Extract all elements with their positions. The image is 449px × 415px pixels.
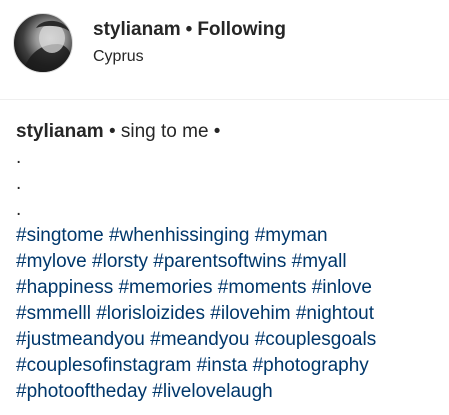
post-header: stylianam • Following Cyprus <box>0 0 449 100</box>
hashtag-link[interactable]: #lorsty <box>92 251 148 272</box>
hashtag-link[interactable]: #nightout <box>296 303 374 324</box>
hashtag-link[interactable]: #moments <box>218 277 307 298</box>
hashtag-link[interactable]: #photography <box>253 355 369 376</box>
caption-text: • sing to me • <box>108 121 221 142</box>
hashtag-link[interactable]: #mylove <box>16 251 87 272</box>
hashtag-link[interactable]: #happiness <box>16 277 113 298</box>
hashtag-link[interactable]: #memories <box>118 277 212 298</box>
hashtag-link[interactable]: #couplesgoals <box>255 329 376 350</box>
hashtag-link[interactable]: #singtome <box>16 225 104 246</box>
hashtag-link[interactable]: #lorisloizides <box>96 303 205 324</box>
hashtag-line: #happiness #memories #moments #inlove <box>16 275 441 301</box>
location-link[interactable]: Cyprus <box>93 47 286 67</box>
hashtag-line: #justmeandyou #meandyou #couplesgoals <box>16 327 441 353</box>
hashtag-line: #photooftheday #livelovelaugh <box>16 379 441 405</box>
caption-username[interactable]: stylianam <box>16 121 104 142</box>
hashtag-line: #mylove #lorsty #parentsoftwins #myall <box>16 249 441 275</box>
hashtag-line: #couplesofinstagram #insta #photography <box>16 353 441 379</box>
hashtag-link[interactable]: #photooftheday <box>16 381 147 402</box>
header-separator: • <box>185 19 193 40</box>
avatar[interactable] <box>13 13 73 73</box>
caption-dot: . <box>16 199 22 220</box>
caption-dot: . <box>16 173 22 194</box>
hashtag-list: #singtome #whenhissinging #myman #mylove … <box>16 223 441 405</box>
post-caption: stylianam • sing to me • . . . #singtome… <box>16 119 441 405</box>
hashtag-line: #singtome #whenhissinging #myman <box>16 223 441 249</box>
profile-photo <box>22 20 72 72</box>
hashtag-link[interactable]: #couplesofinstagram <box>16 355 191 376</box>
hashtag-link[interactable]: #myall <box>292 251 347 272</box>
hashtag-link[interactable]: #inlove <box>312 277 372 298</box>
hashtag-link[interactable]: #meandyou <box>150 329 249 350</box>
hashtag-link[interactable]: #livelovelaugh <box>152 381 272 402</box>
hashtag-link[interactable]: #whenhissinging <box>109 225 250 246</box>
author-username[interactable]: stylianam <box>93 19 181 40</box>
hashtag-link[interactable]: #parentsoftwins <box>153 251 286 272</box>
following-button[interactable]: Following <box>197 19 286 40</box>
hashtag-link[interactable]: #ilovehim <box>210 303 290 324</box>
hashtag-link[interactable]: #smmelll <box>16 303 91 324</box>
hashtag-link[interactable]: #justmeandyou <box>16 329 145 350</box>
caption-dot: . <box>16 147 22 168</box>
hashtag-line: #smmelll #lorisloizides #ilovehim #night… <box>16 301 441 327</box>
hashtag-link[interactable]: #insta <box>197 355 248 376</box>
hashtag-link[interactable]: #myman <box>255 225 328 246</box>
